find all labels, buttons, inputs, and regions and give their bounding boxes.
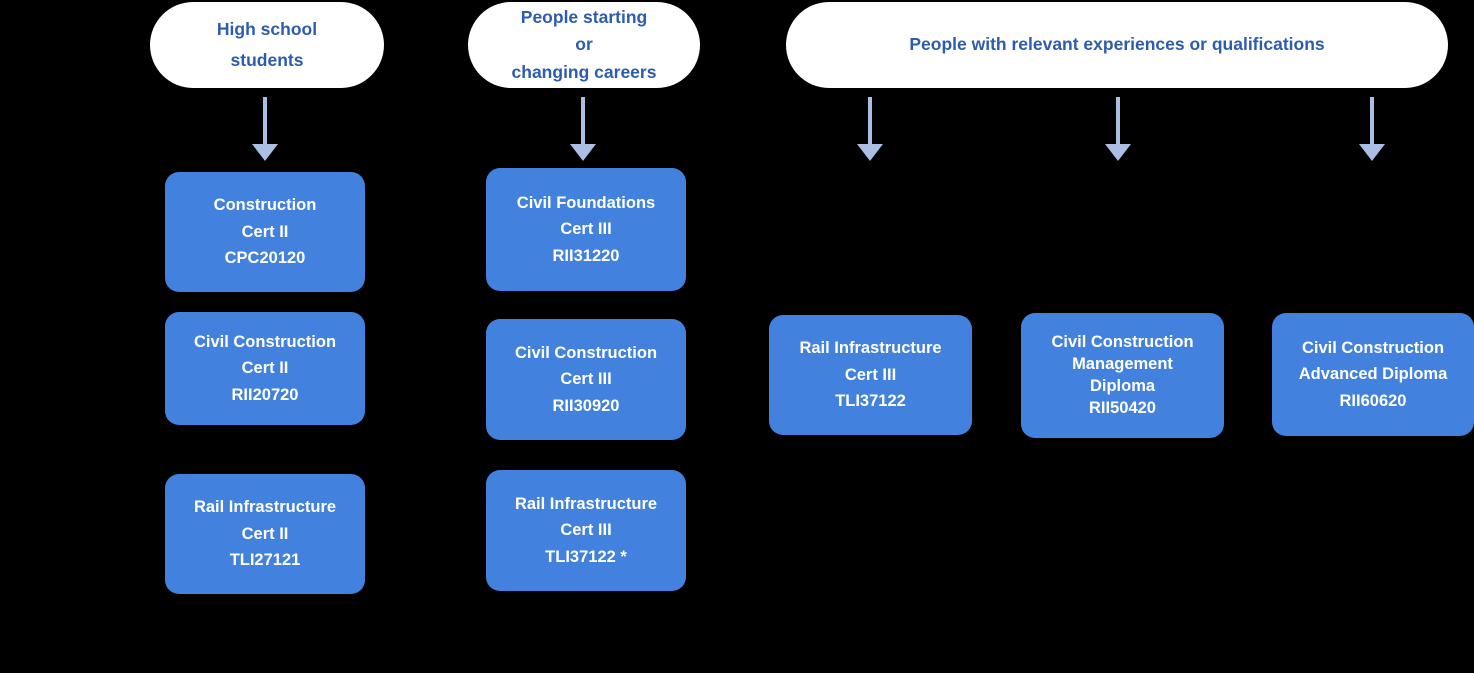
qualification-text: Rail Infrastructure Cert II TLI27121 (193, 498, 337, 569)
pathway-diagram: High school students People starting or … (0, 0, 1474, 673)
arrow-shaft (1116, 97, 1120, 144)
qualification-text: Rail Infrastructure Cert III TLI37122 (799, 339, 942, 410)
qualification-box-civil-construction-management-diploma[interactable]: Civil Construction Management Diploma RI… (1021, 313, 1224, 438)
qualification-text: Civil Construction Cert III RII30920 (514, 343, 658, 415)
qualification-box-civil-foundations-cert-iii[interactable]: Civil Foundations Cert III RII31220 (486, 168, 686, 291)
qualification-text: Rail Infrastructure Cert III TLI37122 * (514, 494, 658, 566)
audience-pill-relevant-experience-or-qualifications[interactable]: People with relevant experiences or qual… (786, 2, 1448, 88)
arrow-head-icon (1105, 144, 1131, 161)
qualification-text: Construction Cert II CPC20120 (213, 196, 317, 267)
arrow-high-school-students-down (252, 97, 278, 161)
audience-pill-high-school-students[interactable]: High school students (150, 2, 384, 88)
qualification-box-construction-cert-ii[interactable]: Construction Cert II CPC20120 (165, 172, 365, 292)
qualification-box-civil-construction-cert-iii[interactable]: Civil Construction Cert III RII30920 (486, 319, 686, 440)
arrow-head-icon (1359, 144, 1385, 161)
arrow-head-icon (857, 144, 883, 161)
audience-pill-label: High school students (216, 18, 318, 70)
audience-pill-starting-or-changing-careers[interactable]: People starting or changing careers (468, 2, 700, 88)
qualification-text: Civil Construction Advanced Diploma RII6… (1298, 338, 1448, 410)
arrow-head-icon (570, 144, 596, 161)
qualification-text: Civil Construction Management Diploma RI… (1051, 333, 1194, 417)
arrow-shaft (1370, 97, 1374, 144)
audience-pill-label: People with relevant experiences or qual… (909, 34, 1325, 55)
qualification-text: Civil Construction Cert II RII20720 (193, 332, 337, 404)
arrow-relevant-experience-to-management-diploma (1105, 97, 1131, 161)
qualification-box-rail-infrastructure-cert-iii[interactable]: Rail Infrastructure Cert III TLI37122 (769, 315, 972, 435)
qualification-box-rail-infrastructure-cert-iii-starred[interactable]: Rail Infrastructure Cert III TLI37122 * (486, 470, 686, 591)
qualification-box-civil-construction-cert-ii[interactable]: Civil Construction Cert II RII20720 (165, 312, 365, 425)
arrow-relevant-experience-to-rail-infrastructure-cert-iii (857, 97, 883, 161)
arrow-starting-or-changing-careers-down (570, 97, 596, 161)
arrow-head-icon (252, 144, 278, 161)
qualification-box-civil-construction-advanced-diploma[interactable]: Civil Construction Advanced Diploma RII6… (1272, 313, 1474, 436)
qualification-text: Civil Foundations Cert III RII31220 (516, 193, 656, 265)
arrow-shaft (868, 97, 872, 144)
audience-pill-label: People starting or changing careers (511, 6, 657, 82)
qualification-box-rail-infrastructure-cert-ii[interactable]: Rail Infrastructure Cert II TLI27121 (165, 474, 365, 594)
arrow-shaft (581, 97, 585, 144)
arrow-relevant-experience-to-advanced-diploma (1359, 97, 1385, 161)
arrow-shaft (263, 97, 267, 144)
